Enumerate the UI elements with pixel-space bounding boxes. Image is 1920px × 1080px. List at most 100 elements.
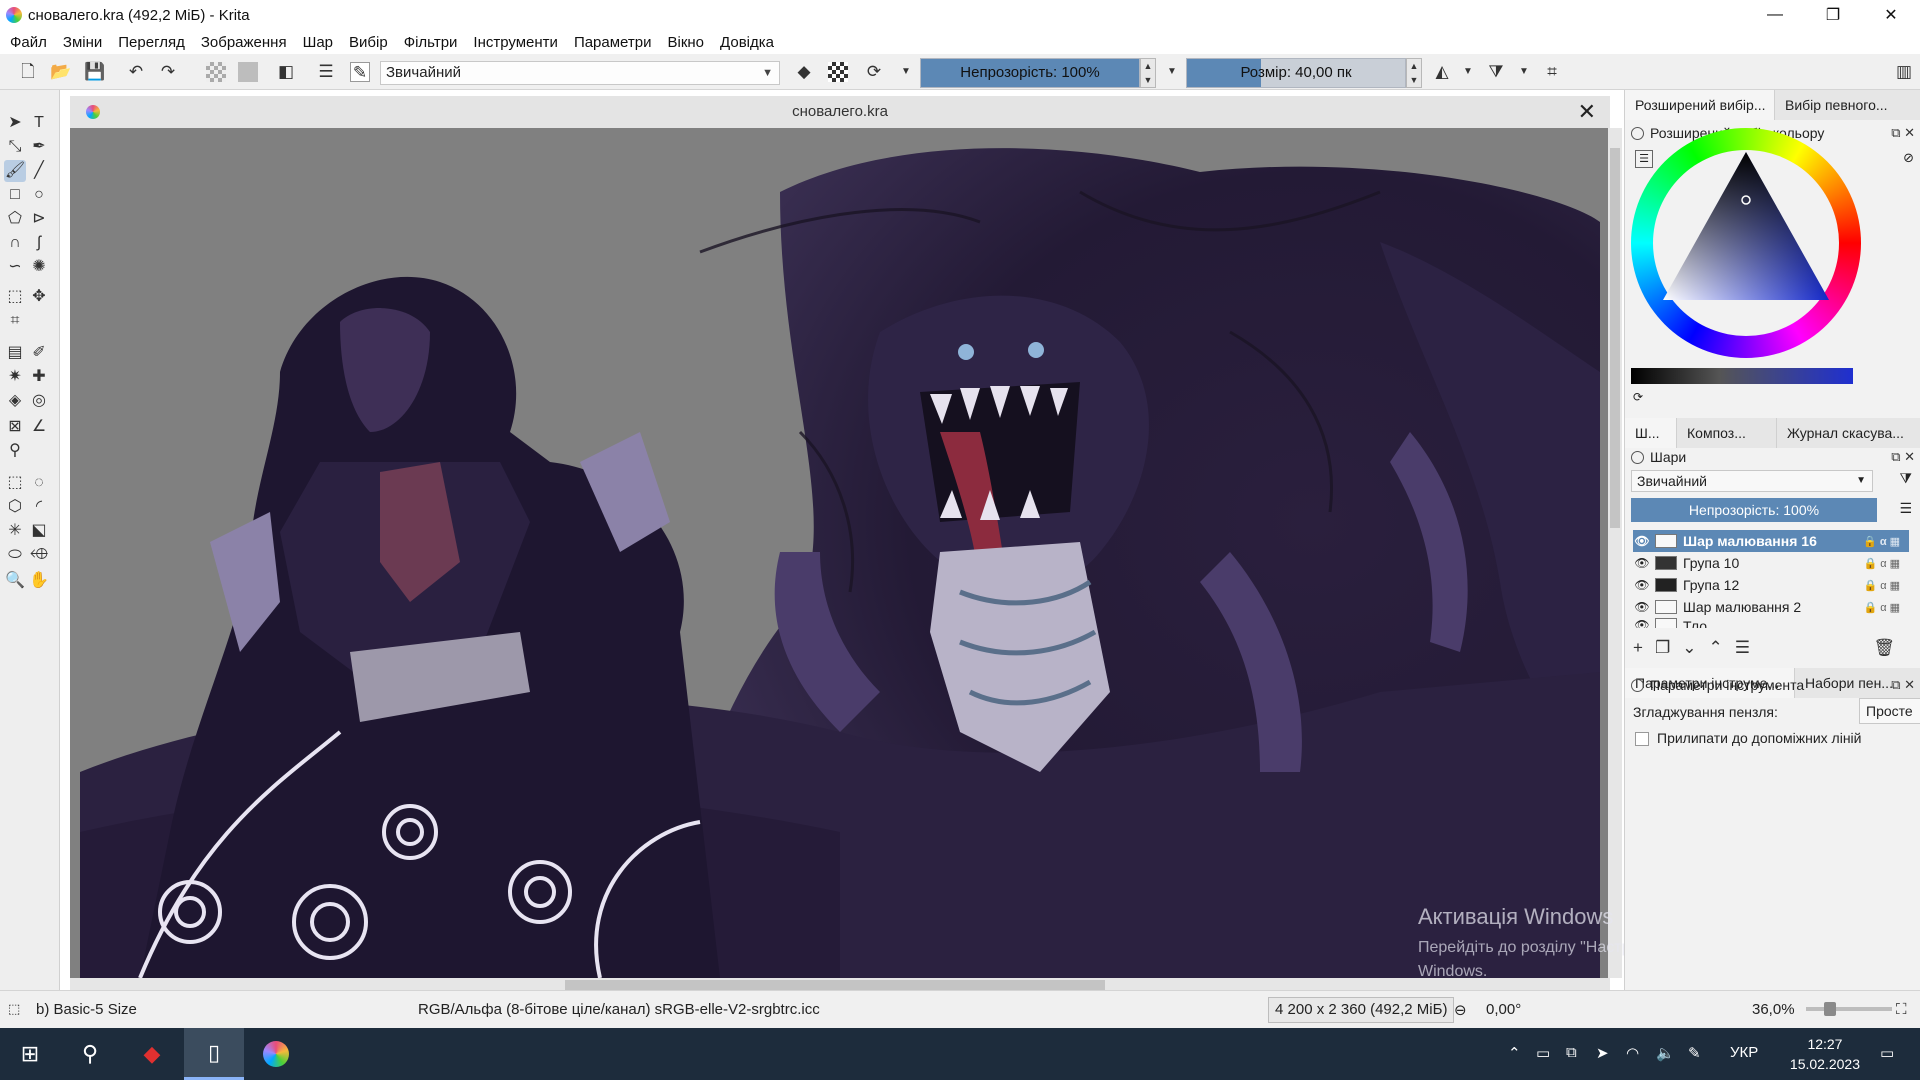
minimize-button[interactable]: — [1746, 0, 1804, 30]
notifications-icon[interactable]: ▭ [1880, 1044, 1894, 1062]
docker-float-close-icon[interactable]: ⧉ ✕ [1891, 449, 1915, 465]
artwork-image[interactable] [80, 132, 1600, 978]
color-picker-icon[interactable]: ✐ [28, 342, 50, 364]
menu-window[interactable]: Вікно [668, 34, 705, 51]
freehand-path-icon[interactable]: ʃ [28, 232, 50, 254]
telegram-icon[interactable]: ➤ [1596, 1044, 1609, 1062]
saturation-value-triangle[interactable] [1661, 152, 1831, 302]
pen-icon[interactable]: ✎ [1688, 1044, 1701, 1062]
blend-mode-combo[interactable]: Звичайний ▼ [380, 61, 780, 85]
ellipse-tool-icon[interactable]: ○ [28, 184, 50, 206]
fg-bg-color-icon[interactable]: ◧ [276, 62, 296, 82]
tab-undo-history[interactable]: Журнал скасува... [1777, 418, 1920, 448]
gradient-tool-icon[interactable]: ▤ [4, 342, 26, 364]
panel-layout-icon[interactable]: ▥ [1894, 62, 1914, 82]
eraser-icon[interactable]: ◆ [794, 62, 814, 82]
layer-row[interactable]: 👁 Шар малювання 16 🔒α▦ [1633, 530, 1909, 552]
freehand-select-icon[interactable]: ◜ [28, 496, 50, 518]
mirror-horizontal-icon[interactable]: ◭ [1432, 62, 1452, 82]
tab-compositions[interactable]: Композ... [1677, 418, 1777, 448]
smart-patch-icon[interactable]: ✚ [28, 366, 50, 388]
tab-specific-color-selector[interactable]: Вибір певного... [1775, 90, 1920, 120]
polygon-select-icon[interactable]: ⬡ [4, 496, 26, 518]
enclose-fill-icon[interactable]: ◎ [28, 390, 50, 412]
zoom-tool-icon[interactable]: 🔍 [4, 570, 26, 592]
similar-select-icon[interactable]: ⬕ [28, 520, 50, 542]
reload-preset-icon[interactable]: ⟳ [864, 62, 884, 82]
layer-flags-icon[interactable]: 🔒α▦ [1863, 535, 1903, 548]
menu-view[interactable]: Перегляд [118, 34, 185, 51]
tab-advanced-color-selector[interactable]: Розширений вибір... [1625, 90, 1775, 120]
layer-opacity-slider[interactable]: Непрозорість: 100% [1631, 498, 1877, 522]
rotation-icon[interactable]: ⊖ [1454, 1001, 1467, 1019]
redo-icon[interactable]: ↷ [158, 62, 178, 82]
move-tool-icon[interactable]: ✥ [28, 286, 50, 308]
magnetic-select-icon[interactable]: ⬲ [28, 544, 50, 566]
layer-row[interactable]: 👁 Шар малювання 2 🔒α▦ [1633, 596, 1909, 618]
menu-settings[interactable]: Параметри [574, 34, 652, 51]
menu-edit[interactable]: Зміни [63, 34, 102, 51]
zoom-slider-handle[interactable] [1824, 1002, 1836, 1016]
tab-layers[interactable]: Ш... [1625, 418, 1677, 448]
fill-tool-icon[interactable]: ◈ [4, 390, 26, 412]
layer-flags-icon[interactable]: 🔒α▦ [1864, 601, 1903, 614]
search-icon[interactable]: ⚲ [60, 1028, 120, 1080]
wrap-around-icon[interactable]: ⌗ [1542, 62, 1562, 82]
menu-image[interactable]: Зображення [201, 34, 287, 51]
new-document-icon[interactable]: 🗋 [18, 62, 38, 82]
pan-tool-icon[interactable]: ✋ [28, 570, 50, 592]
preserve-alpha-icon[interactable] [828, 62, 848, 82]
file-explorer-icon[interactable]: ▯ [184, 1028, 244, 1080]
opacity-slider[interactable]: Непрозорість: 100% [920, 58, 1140, 88]
docker-float-close-icon[interactable]: ⧉ ✕ [1891, 125, 1915, 141]
chevron-down-icon[interactable]: ▼ [1458, 62, 1478, 82]
snap-checkbox[interactable] [1635, 732, 1649, 746]
contiguous-select-icon[interactable]: ✳ [4, 520, 26, 542]
multibrush-icon[interactable]: ✺ [28, 256, 50, 278]
close-button[interactable]: ✕ [1862, 0, 1920, 30]
smoothing-combo[interactable]: Просте [1859, 698, 1920, 724]
reference-images-icon[interactable]: ⚲ [4, 440, 26, 462]
menu-filters[interactable]: Фільтри [404, 34, 458, 51]
mirror-vertical-icon[interactable]: ⧩ [1486, 62, 1506, 82]
horizontal-scroll-thumb[interactable] [565, 980, 1105, 990]
text-tool-icon[interactable]: T [28, 112, 50, 134]
opacity-spinner[interactable]: ▲ ▼ [1140, 58, 1156, 88]
restore-button[interactable]: ❐ [1804, 0, 1862, 30]
clock[interactable]: 12:27 15.02.2023 [1790, 1034, 1860, 1074]
eye-icon[interactable]: 👁 [1633, 578, 1651, 592]
wifi-icon[interactable]: ◠ [1626, 1044, 1639, 1062]
vertical-scrollbar[interactable] [1608, 128, 1622, 978]
reset-color-icon[interactable]: ⊘ [1903, 150, 1914, 166]
size-spinner[interactable]: ▲ ▼ [1406, 58, 1422, 88]
menu-layer[interactable]: Шар [303, 34, 333, 51]
polyline-tool-icon[interactable]: ⊳ [28, 208, 50, 230]
menu-file[interactable]: Файл [10, 34, 47, 51]
close-icon[interactable]: ✕ [1578, 96, 1596, 128]
colorize-mask-icon[interactable]: ✷ [4, 366, 26, 388]
drive-icon[interactable]: ⧉ [1566, 1044, 1577, 1061]
bezier-select-icon[interactable]: ⬭ [4, 544, 26, 566]
layer-row[interactable]: 👁 Тло [1633, 618, 1909, 628]
freehand-brush-icon[interactable]: 🖌 [4, 160, 26, 182]
edit-shapes-icon[interactable]: ⤡ [4, 136, 26, 158]
chevron-down-icon[interactable]: ▼ [1514, 62, 1534, 82]
fit-screen-icon[interactable]: ⛶ [1896, 1001, 1907, 1018]
menu-tools[interactable]: Інструменти [473, 34, 558, 51]
refresh-icon[interactable]: ⟳ [1633, 390, 1643, 404]
tray-expand-icon[interactable]: ⌃ [1508, 1044, 1521, 1062]
gradient-icon[interactable] [206, 62, 226, 82]
layer-row[interactable]: 👁 Група 10 🔒α▦ [1633, 552, 1909, 574]
calligraphy-icon[interactable]: ✒ [28, 136, 50, 158]
layer-menu-icon[interactable]: ☰ [1899, 500, 1912, 517]
app-icon-red[interactable]: ◆ [122, 1028, 182, 1080]
layer-flags-icon[interactable]: 🔒α▦ [1864, 579, 1903, 592]
language-indicator[interactable]: УКР [1730, 1044, 1758, 1061]
transform-tool-icon[interactable]: ⬚ [4, 286, 26, 308]
krita-taskbar-icon[interactable] [246, 1028, 306, 1080]
ellipse-select-icon[interactable]: ◌ [28, 472, 50, 494]
eye-icon[interactable]: 👁 [1633, 556, 1651, 570]
save-icon[interactable]: 💾 [84, 62, 105, 82]
size-slider[interactable]: Розмір: 40,00 пк [1186, 58, 1406, 88]
open-document-icon[interactable]: 📂 [50, 62, 71, 82]
